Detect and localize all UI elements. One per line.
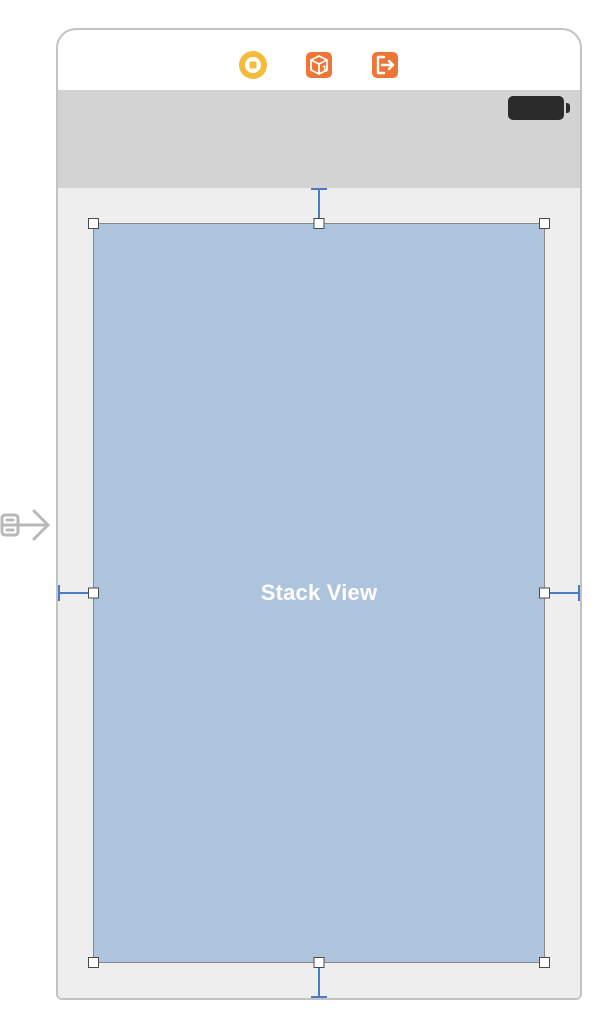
stack-view[interactable]: Stack View: [94, 224, 544, 962]
view-controller-icon[interactable]: [238, 50, 268, 80]
resize-handle-s[interactable]: [314, 957, 325, 968]
constraint-anchor-trailing: [578, 585, 580, 601]
svg-text:1: 1: [322, 64, 327, 74]
scene-dock: 1: [58, 44, 580, 86]
constraint-anchor-top: [311, 188, 327, 190]
resize-handle-sw[interactable]: [88, 957, 99, 968]
battery-icon: [508, 96, 570, 120]
root-view[interactable]: Stack View: [58, 188, 580, 998]
status-bar-area: [58, 90, 580, 188]
scene-frame[interactable]: 1: [56, 28, 582, 1000]
resize-handle-w[interactable]: [88, 588, 99, 599]
resize-handle-nw[interactable]: [88, 218, 99, 229]
constraint-anchor-bottom: [311, 996, 327, 998]
resize-handle-ne[interactable]: [539, 218, 550, 229]
stack-view-label: Stack View: [261, 580, 378, 606]
first-responder-icon[interactable]: 1: [304, 50, 334, 80]
constraint-anchor-leading: [58, 585, 60, 601]
exit-icon[interactable]: [370, 50, 400, 80]
resize-handle-se[interactable]: [539, 957, 550, 968]
resize-handle-n[interactable]: [314, 218, 325, 229]
storyboard-entry-arrow[interactable]: [0, 502, 54, 553]
resize-handle-e[interactable]: [539, 588, 550, 599]
